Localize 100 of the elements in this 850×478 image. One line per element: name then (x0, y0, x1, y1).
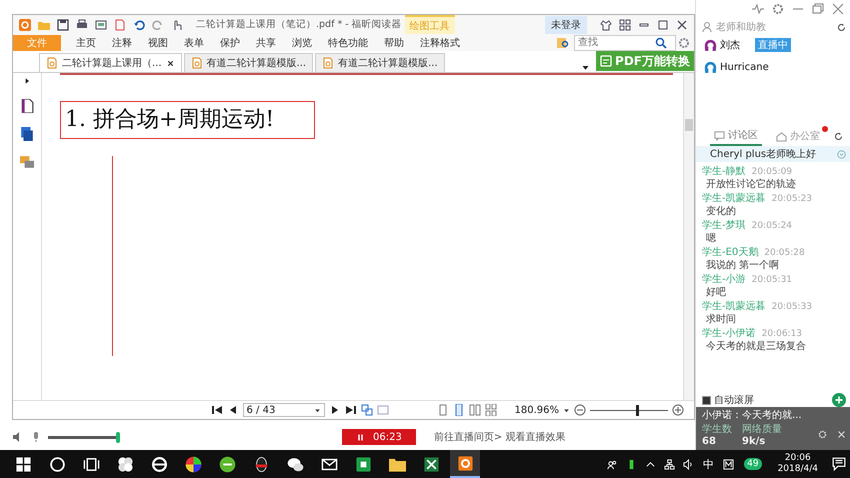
menu-item[interactable]: 保护 (213, 34, 247, 50)
volume-icon[interactable] (683, 458, 694, 470)
menu-item[interactable]: 主页 (69, 34, 103, 50)
continuous-page-icon[interactable] (452, 404, 464, 416)
menu-item[interactable]: 共享 (249, 34, 283, 50)
login-button[interactable]: 未登录 (545, 16, 587, 34)
document-tab[interactable]: 二轮计算题上课用（... (39, 53, 182, 72)
input-method-indicator[interactable]: 中 (703, 456, 714, 472)
zoom-slider[interactable] (590, 404, 668, 416)
refresh-icon[interactable] (837, 22, 846, 32)
maximize-icon[interactable] (657, 18, 669, 30)
live-room-link[interactable]: 前往直播间页> 观看直播效果 (434, 430, 566, 444)
close-icon[interactable] (676, 18, 688, 30)
save-icon[interactable] (57, 18, 69, 30)
document-tab[interactable]: 有道二轮计算题模版... (184, 53, 314, 72)
vertical-scrollbar[interactable] (683, 73, 694, 400)
menu-item[interactable]: 浏览 (285, 34, 319, 50)
facing-pages-icon[interactable] (468, 404, 480, 416)
message-text: 开放性讨论它的轨迹 (705, 178, 797, 191)
zoom-level: 180.96% (514, 404, 559, 416)
stat-label: 网络质量 (742, 422, 782, 436)
last-page-icon[interactable] (344, 404, 356, 416)
search-field[interactable]: 查找 (574, 34, 676, 50)
stat-label: 学生数 (702, 422, 732, 436)
single-page-icon[interactable] (436, 404, 448, 416)
continuous-facing-icon[interactable] (484, 404, 496, 416)
first-page-icon[interactable] (210, 404, 222, 416)
expand-arrow-icon[interactable] (23, 77, 31, 85)
m-square-icon[interactable] (723, 458, 734, 470)
copy-view-icon[interactable] (360, 404, 372, 416)
shirt-icon[interactable] (600, 18, 612, 30)
menu-item[interactable]: 视图 (141, 34, 175, 50)
task-view-icon[interactable] (82, 456, 100, 472)
message-time: 20:05:09 (752, 166, 792, 178)
close-icon[interactable] (166, 58, 175, 68)
menu-item[interactable]: 注释 (105, 34, 139, 50)
scan-icon[interactable] (95, 18, 107, 30)
sender-name: 学生-小伊诺 (702, 328, 756, 340)
pdf-file-icon (46, 57, 58, 69)
search-circle-icon[interactable] (48, 456, 66, 472)
layers-icon[interactable] (20, 127, 34, 141)
print-icon[interactable] (76, 18, 88, 30)
square-app-icon[interactable] (354, 456, 372, 472)
zoom-out-icon[interactable] (574, 404, 586, 416)
search-input[interactable]: 查找 (575, 36, 655, 50)
people-icon[interactable] (607, 458, 618, 470)
grid-icon[interactable] (619, 18, 631, 30)
page-thumbnail-icon[interactable] (20, 99, 34, 113)
dropdown-icon[interactable] (563, 406, 570, 414)
add-button-icon[interactable] (832, 393, 846, 407)
search-icon[interactable] (655, 36, 667, 48)
clock-date[interactable]: 2018/4/4 (778, 464, 818, 475)
house-icon (776, 130, 787, 142)
pdf-file-icon (190, 57, 203, 69)
teacher-name[interactable]: Hurricane (720, 62, 769, 72)
clock-time[interactable]: 20:06 (784, 453, 811, 464)
pause-recording-button[interactable]: 06:23 (342, 429, 416, 445)
sender-name: 学生-凯蒙远暮 (702, 193, 766, 205)
menu-item[interactable]: 帮助 (377, 34, 411, 50)
window-title: 二轮计算题上课用（笔记）.pdf * - 福昕阅读器 (196, 18, 402, 31)
message-time: 20:05:28 (764, 247, 805, 259)
restore-icon[interactable] (812, 3, 824, 15)
color-wheel-icon[interactable] (184, 456, 202, 472)
app-logo-icon (19, 18, 31, 30)
stat-value: 9k/s (742, 436, 766, 447)
network-icon[interactable] (664, 458, 676, 470)
menu-item[interactable]: 注释格式 (413, 34, 467, 50)
tab-label: 有道二轮计算题模版... (206, 56, 306, 70)
pinned-text: Cheryl plus老师晚上好 (710, 148, 816, 161)
teacher-name[interactable]: 刘杰 (720, 38, 740, 52)
chat-bubble-icon (714, 130, 725, 140)
menu-item[interactable]: 特色功能 (321, 34, 375, 50)
chat-app-icon[interactable] (218, 456, 236, 472)
notification-icon[interactable] (832, 457, 846, 471)
sender-name: 学生-梦琪 (702, 220, 746, 232)
checkbox[interactable] (702, 396, 711, 404)
menu-item[interactable]: 表单 (177, 34, 211, 50)
page-icon[interactable] (114, 18, 126, 30)
comments-icon[interactable] (20, 155, 34, 169)
document-tab[interactable]: 有道二轮计算题模版... (315, 53, 445, 72)
slider-thumb[interactable] (636, 404, 639, 416)
spreadsheet-icon[interactable] (422, 456, 440, 472)
microphone-volume-slider[interactable] (48, 432, 120, 442)
live-badge: 直播中 (755, 38, 791, 52)
waveform-icon[interactable] (752, 3, 764, 15)
undo-icon[interactable] (133, 18, 145, 30)
windows-start-icon[interactable] (14, 456, 32, 472)
dropdown-icon[interactable] (314, 406, 320, 414)
sender-name: 学生-静默 (702, 166, 746, 178)
document-icon (600, 55, 612, 67)
popup-message: 小伊诺：今天考的就... (702, 409, 803, 422)
page-number-field[interactable]: 6 / 43 (242, 403, 324, 417)
refresh-icon[interactable] (834, 132, 843, 140)
pdf-reader-icon[interactable] (456, 454, 474, 472)
settings-icon[interactable] (678, 36, 690, 48)
slider-thumb[interactable] (116, 432, 120, 442)
settings-icon[interactable] (772, 3, 784, 15)
stat-value: 68 (702, 436, 717, 447)
auto-scroll-checkbox[interactable]: 自动滚屏 (702, 393, 754, 407)
zoom-in-icon[interactable] (672, 404, 684, 416)
